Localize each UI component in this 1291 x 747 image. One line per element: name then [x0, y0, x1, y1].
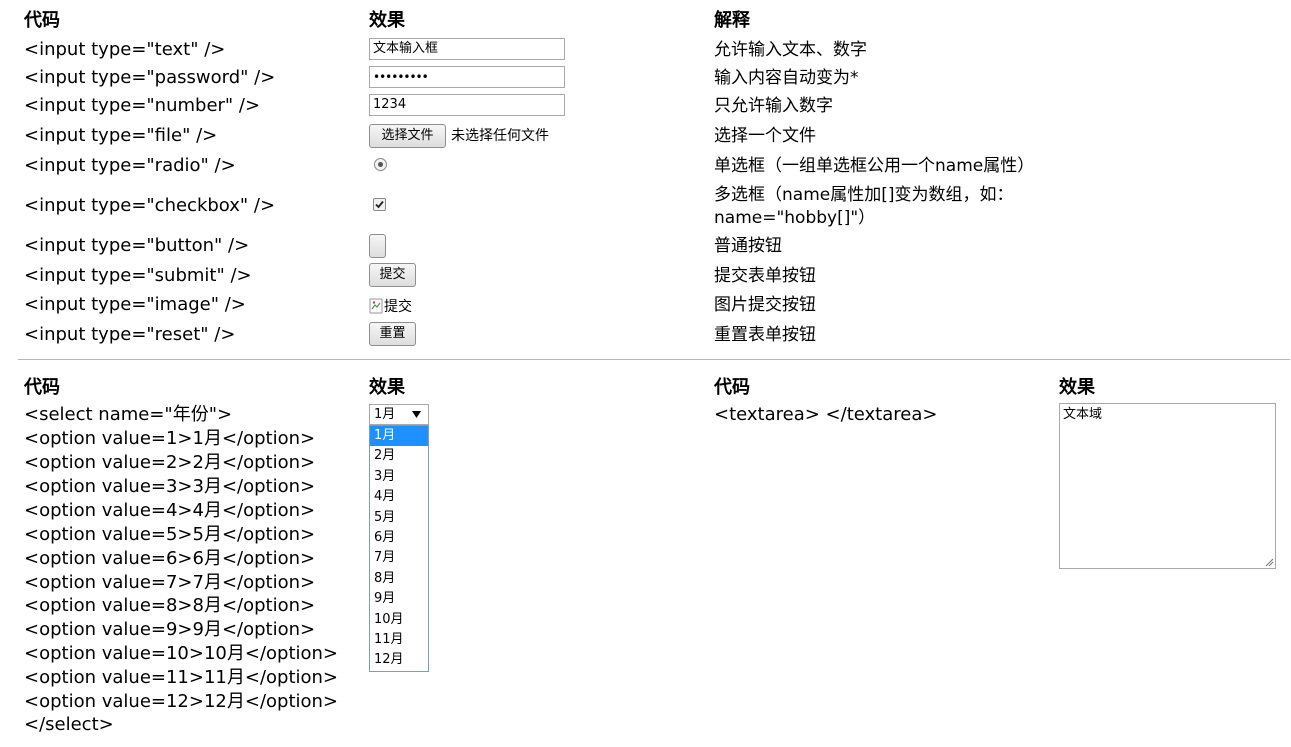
textarea-value: 文本域	[1063, 407, 1103, 422]
select-code-line: <option value=1>1月</option>	[24, 428, 316, 449]
option-item[interactable]: 7月	[370, 548, 428, 568]
select-code-line: <option value=6>6月</option>	[24, 548, 316, 569]
code-password-input: <input type="password" />	[24, 67, 276, 88]
select-code-line: <option value=8>8月</option>	[24, 595, 316, 616]
desc-checkbox-input: 多选框（name属性加[]变为数组，如：	[714, 185, 1014, 205]
checkbox-demo[interactable]	[373, 198, 386, 211]
password-input-demo[interactable]: •••••••••	[369, 66, 565, 88]
select-code-line: <option value=3>3月</option>	[24, 476, 316, 497]
code-number-input: <input type="number" />	[24, 95, 261, 116]
desc-file-input: 选择一个文件	[714, 126, 816, 146]
option-item[interactable]: 10月	[370, 610, 428, 630]
header-effect: 效果	[369, 10, 405, 31]
header-code-textarea: 代码	[714, 377, 750, 398]
header-description: 解释	[714, 10, 750, 31]
option-item[interactable]: 3月	[370, 467, 428, 487]
code-button-input: <input type="button" />	[24, 235, 250, 256]
desc-reset-input: 重置表单按钮	[714, 325, 816, 345]
desc-checkbox-input-cont: name="hobby[]"）	[714, 208, 876, 228]
select-code-line: <option value=4>4月</option>	[24, 500, 316, 521]
select-code-line: </select>	[24, 714, 114, 735]
option-item[interactable]: 5月	[370, 508, 428, 528]
select-code-line: <option value=2>2月</option>	[24, 452, 316, 473]
choose-file-button[interactable]: 选择文件	[369, 124, 446, 148]
resize-handle-icon[interactable]	[1264, 557, 1274, 567]
select-code-line: <option value=12>12月</option>	[24, 691, 339, 712]
file-status-text: 未选择任何文件	[451, 128, 549, 144]
image-alt-text: 提交	[384, 299, 412, 315]
select-code-line: <option value=7>7月</option>	[24, 572, 316, 593]
code-text-input: <input type="text" />	[24, 39, 226, 60]
number-input-demo[interactable]: 1234	[369, 94, 565, 116]
code-submit-input: <input type="submit" />	[24, 265, 252, 286]
desc-text-input: 允许输入文本、数字	[714, 40, 867, 60]
select-code-line: <option value=10>10月</option>	[24, 643, 339, 664]
desc-button-input: 普通按钮	[714, 236, 782, 256]
broken-image-icon	[369, 298, 383, 314]
desc-number-input: 只允许输入数字	[714, 96, 833, 116]
desc-submit-input: 提交表单按钮	[714, 266, 816, 286]
plain-button-demo[interactable]	[369, 234, 386, 258]
header-code: 代码	[24, 10, 60, 31]
select-code-line: <option value=11>11月</option>	[24, 667, 339, 688]
option-item[interactable]: 8月	[370, 569, 428, 589]
desc-password-input: 输入内容自动变为*	[714, 68, 859, 88]
desc-image-input: 图片提交按钮	[714, 295, 816, 315]
option-item[interactable]: 12月	[370, 650, 428, 670]
code-checkbox-input: <input type="checkbox" />	[24, 195, 276, 216]
reset-button-demo[interactable]: 重置	[369, 322, 416, 346]
code-file-input: <input type="file" />	[24, 125, 218, 146]
month-select[interactable]: 1月	[369, 404, 429, 425]
radio-dot-icon	[378, 162, 383, 167]
month-select-value: 1月	[374, 407, 396, 422]
text-input-demo[interactable]: 文本输入框	[369, 38, 565, 60]
desc-radio-input: 单选框（一组单选框公用一个name属性）	[714, 156, 1035, 176]
option-item[interactable]: 4月	[370, 487, 428, 507]
option-item[interactable]: 2月	[370, 446, 428, 466]
header-code-select: 代码	[24, 377, 60, 398]
select-code-line: <select name="年份">	[24, 404, 233, 425]
option-item[interactable]: 1月	[370, 426, 428, 447]
checkmark-icon	[375, 200, 384, 209]
textarea-demo[interactable]: 文本域	[1059, 403, 1276, 569]
image-submit-demo[interactable]: 提交	[369, 297, 412, 315]
section-divider	[18, 359, 1290, 360]
radio-button-demo[interactable]	[374, 158, 387, 171]
month-dropdown-list[interactable]: 1月 2月 3月 4月 5月 6月 7月 8月 9月 10月 11月 12月	[369, 425, 429, 672]
select-code-line: <option value=5>5月</option>	[24, 524, 316, 545]
option-item[interactable]: 6月	[370, 528, 428, 548]
code-reset-input: <input type="reset" />	[24, 324, 236, 345]
option-item[interactable]: 11月	[370, 630, 428, 650]
header-effect-textarea: 效果	[1059, 377, 1095, 398]
submit-button-demo[interactable]: 提交	[369, 263, 416, 287]
chevron-down-icon	[412, 411, 421, 418]
code-image-input: <input type="image" />	[24, 294, 246, 315]
option-item[interactable]: 9月	[370, 589, 428, 609]
textarea-code: <textarea> </textarea>	[714, 404, 938, 425]
select-code-line: <option value=9>9月</option>	[24, 619, 316, 640]
header-effect-select: 效果	[369, 377, 405, 398]
code-radio-input: <input type="radio" />	[24, 155, 236, 176]
